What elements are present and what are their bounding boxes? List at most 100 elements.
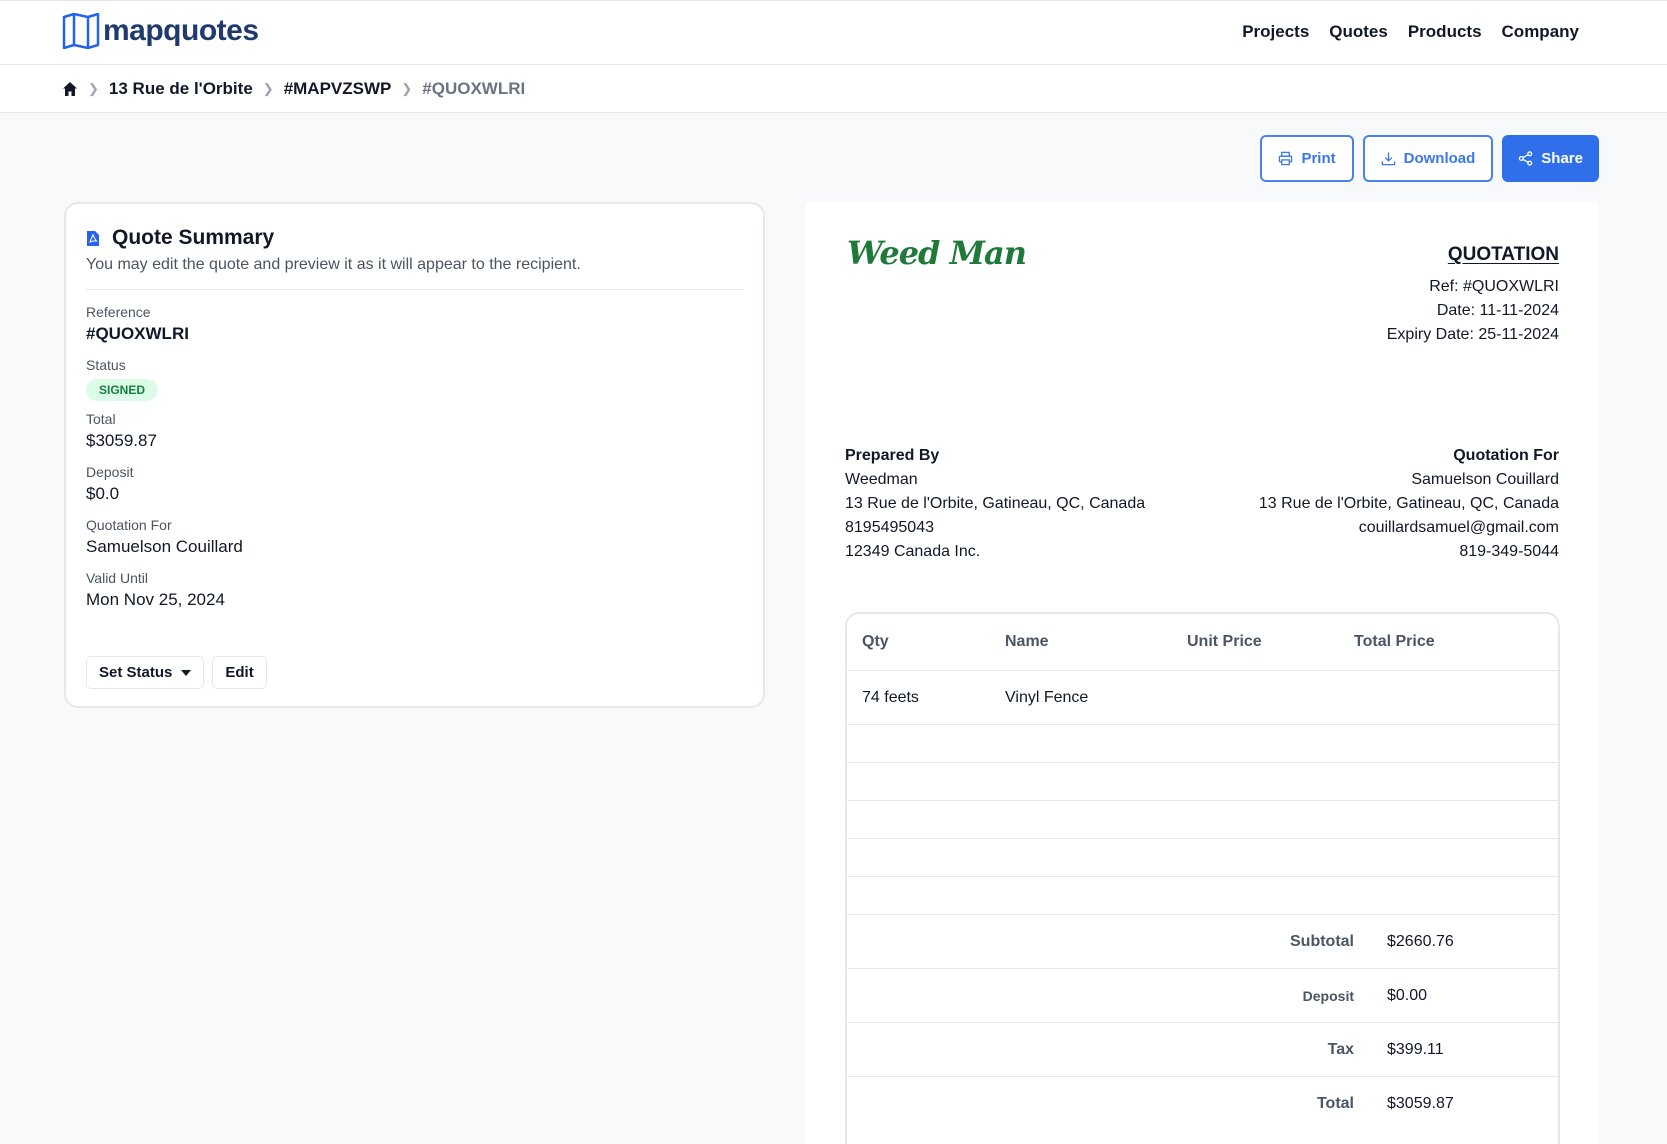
total-label: Total bbox=[86, 411, 116, 427]
summary-buttons: Set Status Edit bbox=[86, 656, 267, 689]
home-icon[interactable] bbox=[62, 81, 78, 97]
valid-until-field: Valid Until Mon Nov 25, 2024 bbox=[86, 570, 225, 610]
nav-quotes[interactable]: Quotes bbox=[1329, 22, 1388, 42]
client-address: 13 Rue de l'Orbite, Gatineau, QC, Canada bbox=[1258, 495, 1559, 512]
prepared-by-name: Weedman bbox=[845, 471, 918, 488]
chevron-right-icon: ❯ bbox=[401, 81, 413, 96]
download-icon bbox=[1381, 152, 1395, 166]
prepared-by-heading: Prepared By bbox=[845, 447, 940, 464]
print-label: Print bbox=[1301, 150, 1336, 167]
breadcrumb-project[interactable]: #MAPVZSWP bbox=[284, 79, 392, 99]
status-badge: SIGNED bbox=[86, 379, 159, 401]
svg-text:Weed Man: Weed Man bbox=[847, 234, 1025, 272]
client-phone: 819-349-5044 bbox=[1459, 543, 1559, 560]
subtotal-label: Subtotal bbox=[1290, 933, 1354, 950]
map-logo-icon bbox=[62, 13, 100, 49]
col-unit-price: Unit Price bbox=[1187, 633, 1262, 650]
document-actions: Print Download Share bbox=[1260, 135, 1599, 182]
prepared-by-company: 12349 Canada Inc. bbox=[845, 543, 981, 560]
empty-row bbox=[847, 839, 1558, 877]
edit-button[interactable]: Edit bbox=[212, 656, 267, 689]
breadcrumb-address[interactable]: 13 Rue de l'Orbite bbox=[109, 79, 253, 99]
main-nav: Projects Quotes Products Company bbox=[1242, 22, 1579, 42]
quotation-document: Weed Man QUOTATION Ref: #QUOXWLRI Date: … bbox=[805, 202, 1598, 1144]
quotation-for-label: Quotation For bbox=[86, 517, 172, 533]
edit-label: Edit bbox=[225, 664, 254, 681]
quotation-title: QUOTATION bbox=[1447, 244, 1559, 265]
share-icon bbox=[1519, 151, 1533, 166]
brand-name: mapquotes bbox=[103, 14, 259, 47]
caret-down-icon bbox=[181, 669, 192, 676]
reference-value: #QUOXWLRI bbox=[86, 324, 189, 343]
summary-header: Quote Summary bbox=[86, 226, 274, 250]
total-field: Total $3059.87 bbox=[86, 411, 157, 451]
weed-man-logo: Weed Man bbox=[847, 234, 1025, 272]
valid-until-value: Mon Nov 25, 2024 bbox=[86, 590, 225, 609]
download-label: Download bbox=[1403, 150, 1476, 167]
nav-projects[interactable]: Projects bbox=[1242, 22, 1309, 42]
prepared-by-address: 13 Rue de l'Orbite, Gatineau, QC, Canada bbox=[845, 495, 1146, 512]
pdf-file-icon bbox=[87, 230, 99, 246]
valid-until-label: Valid Until bbox=[86, 570, 148, 586]
reference-label: Reference bbox=[86, 304, 151, 320]
table-header: Qty Name Unit Price Total Price bbox=[847, 614, 1558, 671]
print-button[interactable]: Print bbox=[1260, 135, 1354, 182]
quotation-for-block: Quotation For Samuelson Couillard 13 Rue… bbox=[1259, 444, 1559, 564]
subtotal-value: $2660.76 bbox=[1387, 933, 1454, 950]
quotation-for-heading: Quotation For bbox=[1453, 447, 1559, 464]
set-status-button[interactable]: Set Status bbox=[86, 656, 205, 689]
quotation-date: Date: 11-11-2024 bbox=[1436, 302, 1559, 319]
row-qty: 74 feets bbox=[862, 689, 919, 706]
deposit-value: $0.0 bbox=[86, 484, 120, 503]
breadcrumb-bar: ❯ 13 Rue de l'Orbite ❯ #MAPVZSWP ❯ #QUOX… bbox=[0, 65, 1667, 113]
quotation-for-value: Samuelson Couillard bbox=[86, 537, 243, 556]
total-row-label: Total bbox=[1316, 1095, 1354, 1112]
deposit-field: Deposit $0.0 bbox=[86, 464, 133, 504]
tax-row: Tax $399.11 bbox=[847, 1023, 1558, 1077]
top-navbar: mapquotes Projects Quotes Products Compa… bbox=[0, 0, 1667, 65]
status-field: Status SIGNED bbox=[86, 357, 159, 401]
col-qty: Qty bbox=[862, 633, 889, 650]
set-status-label: Set Status bbox=[99, 664, 173, 681]
deposit-row: Deposit $0.00 bbox=[847, 969, 1558, 1023]
nav-products[interactable]: Products bbox=[1408, 22, 1482, 42]
deposit-row-value: $0.00 bbox=[1387, 987, 1428, 1004]
total-value: $3059.87 bbox=[86, 431, 157, 450]
quotation-ref: Ref: #QUOXWLRI bbox=[1429, 278, 1559, 295]
empty-row bbox=[847, 801, 1558, 839]
col-name: Name bbox=[1005, 633, 1049, 650]
prepared-by-block: Prepared By Weedman 13 Rue de l'Orbite, … bbox=[845, 444, 1145, 564]
table-row: 74 feets Vinyl Fence bbox=[847, 671, 1558, 725]
share-button[interactable]: Share bbox=[1502, 135, 1599, 182]
prepared-by-phone: 8195495043 bbox=[845, 519, 934, 536]
breadcrumb: ❯ 13 Rue de l'Orbite ❯ #MAPVZSWP ❯ #QUOX… bbox=[62, 79, 525, 99]
row-name: Vinyl Fence bbox=[1005, 689, 1089, 706]
summary-description: You may edit the quote and preview it as… bbox=[86, 256, 581, 273]
chevron-right-icon: ❯ bbox=[88, 81, 99, 96]
breadcrumb-quote: #QUOXWLRI bbox=[422, 79, 526, 98]
deposit-label: Deposit bbox=[86, 464, 134, 480]
total-row: Total $3059.87 bbox=[847, 1077, 1558, 1131]
quotation-meta: QUOTATION Ref: #QUOXWLRI Date: 11-11-202… bbox=[1387, 244, 1559, 347]
tax-value: $399.11 bbox=[1387, 1041, 1444, 1058]
quote-summary-card: Quote Summary You may edit the quote and… bbox=[64, 202, 765, 708]
nav-company[interactable]: Company bbox=[1502, 22, 1579, 42]
summary-title: Quote Summary bbox=[112, 226, 275, 249]
divider bbox=[86, 289, 744, 290]
client-name: Samuelson Couillard bbox=[1411, 471, 1559, 488]
tax-label: Tax bbox=[1327, 1041, 1354, 1058]
quotation-for-field: Quotation For Samuelson Couillard bbox=[86, 517, 243, 557]
chevron-right-icon: ❯ bbox=[262, 81, 274, 96]
printer-icon bbox=[1279, 151, 1293, 166]
download-button[interactable]: Download bbox=[1362, 135, 1494, 182]
deposit-row-label: Deposit bbox=[1302, 988, 1354, 1004]
subtotal-row: Subtotal $2660.76 bbox=[847, 915, 1558, 969]
share-label: Share bbox=[1541, 150, 1583, 167]
client-email: couillardsamuel@gmail.com bbox=[1358, 519, 1559, 536]
status-label: Status bbox=[86, 357, 126, 373]
empty-row bbox=[847, 725, 1558, 763]
brand-logo[interactable]: mapquotes bbox=[62, 13, 259, 49]
col-total-price: Total Price bbox=[1354, 633, 1435, 650]
reference-field: Reference #QUOXWLRI bbox=[86, 304, 189, 344]
total-row-value: $3059.87 bbox=[1387, 1095, 1454, 1112]
